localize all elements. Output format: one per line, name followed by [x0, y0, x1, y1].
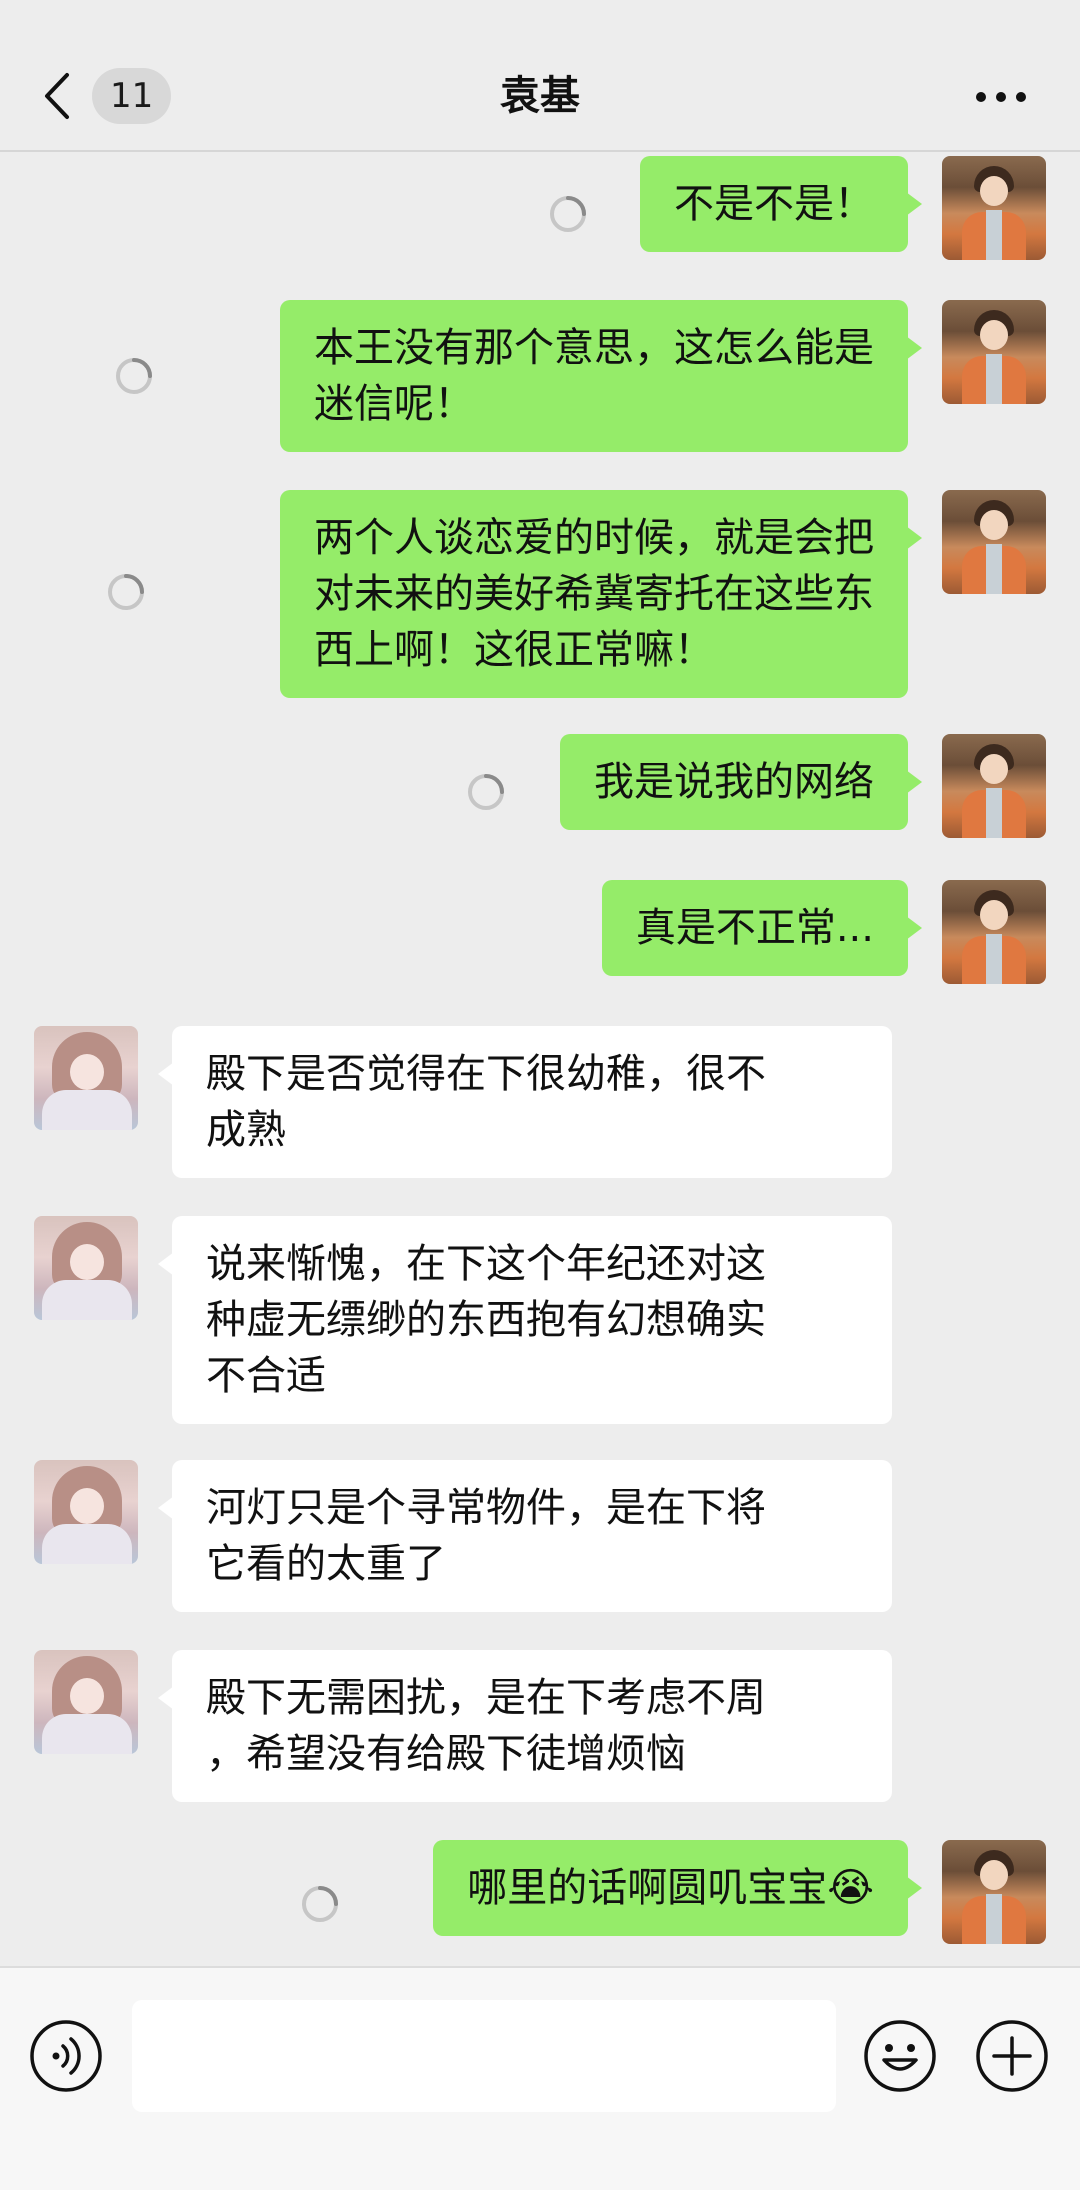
message-bubble-outgoing[interactable]: 不是不是！	[640, 156, 922, 252]
my-avatar[interactable]	[942, 1840, 1046, 1944]
input-bar	[0, 1966, 1080, 2190]
my-avatar[interactable]	[942, 880, 1046, 984]
more-dots-icon[interactable]	[976, 92, 1026, 102]
contact-avatar[interactable]	[34, 1650, 138, 1754]
my-avatar[interactable]	[942, 734, 1046, 838]
message-bubble-incoming[interactable]: 说来惭愧，在下这个年纪还对这 种虚无缥缈的东西抱有幻想确实 不合适	[158, 1216, 892, 1424]
message-bubble-outgoing[interactable]: 两个人谈恋爱的时候，就是会把 对未来的美好希冀寄托在这些东 西上啊！这很正常嘛！	[280, 490, 922, 698]
message-row: 我是说我的网络	[0, 734, 1080, 838]
my-avatar[interactable]	[942, 300, 1046, 404]
sending-spinner-icon	[302, 1886, 338, 1922]
message-bubble-outgoing[interactable]: 我是说我的网络	[560, 734, 922, 830]
voice-icon[interactable]	[28, 2018, 104, 2094]
message-bubble-outgoing[interactable]: 真是不正常...	[601, 880, 923, 976]
message-row: 哪里的话啊圆叽宝宝😭	[0, 1840, 1080, 1944]
message-bubble-outgoing[interactable]: 哪里的话啊圆叽宝宝😭	[433, 1840, 922, 1936]
message-row: 两个人谈恋爱的时候，就是会把 对未来的美好希冀寄托在这些东 西上啊！这很正常嘛！	[0, 490, 1080, 698]
my-avatar[interactable]	[942, 156, 1046, 260]
contact-avatar[interactable]	[34, 1460, 138, 1564]
plus-icon[interactable]	[974, 2018, 1050, 2094]
chat-header: 11 袁基	[0, 0, 1080, 152]
message-bubble-incoming[interactable]: 河灯只是个寻常物件，是在下将 它看的太重了	[158, 1460, 892, 1612]
chat-title: 袁基	[500, 73, 580, 119]
message-row: 河灯只是个寻常物件，是在下将 它看的太重了	[0, 1460, 1080, 1612]
message-bubble-incoming[interactable]: 殿下是否觉得在下很幼稚，很不 成熟	[158, 1026, 892, 1178]
sending-spinner-icon	[116, 358, 152, 394]
my-avatar[interactable]	[942, 490, 1046, 594]
sending-spinner-icon	[108, 574, 144, 610]
sending-spinner-icon	[468, 774, 504, 810]
emoji-icon[interactable]	[862, 2018, 938, 2094]
message-row: 说来惭愧，在下这个年纪还对这 种虚无缥缈的东西抱有幻想确实 不合适	[0, 1216, 1080, 1424]
contact-avatar[interactable]	[34, 1216, 138, 1320]
message-row: 本王没有那个意思，这怎么能是 迷信呢！	[0, 300, 1080, 452]
message-row: 殿下是否觉得在下很幼稚，很不 成熟	[0, 1026, 1080, 1178]
message-row: 真是不正常...	[0, 880, 1080, 984]
message-input[interactable]	[132, 2000, 836, 2112]
message-bubble-outgoing[interactable]: 本王没有那个意思，这怎么能是 迷信呢！	[280, 300, 922, 452]
message-row: 殿下无需困扰，是在下考虑不周 ，希望没有给殿下徒增烦恼	[0, 1650, 1080, 1802]
message-row: 不是不是！	[0, 156, 1080, 260]
contact-avatar[interactable]	[34, 1026, 138, 1130]
sending-spinner-icon	[550, 196, 586, 232]
message-bubble-incoming[interactable]: 殿下无需困扰，是在下考虑不周 ，希望没有给殿下徒增烦恼	[158, 1650, 892, 1802]
